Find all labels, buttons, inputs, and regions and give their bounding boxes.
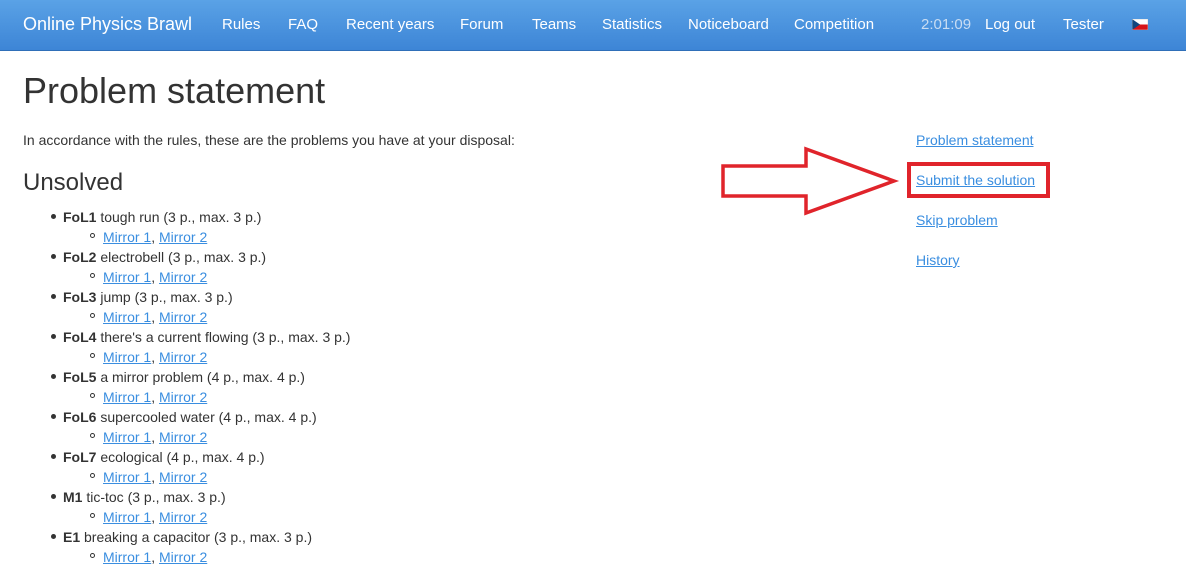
- brand-link[interactable]: Online Physics Brawl: [23, 14, 192, 35]
- cz-flag-icon[interactable]: [1132, 19, 1148, 30]
- mirror-1-link[interactable]: Mirror 1: [103, 349, 151, 365]
- circle-bullet-icon: [90, 273, 95, 278]
- nav-competition[interactable]: Competition: [794, 16, 874, 33]
- problem-desc: there's a current flowing (3 p., max. 3 …: [96, 329, 351, 345]
- bullet-icon: [51, 374, 56, 379]
- mirror-2-link[interactable]: Mirror 2: [159, 549, 207, 565]
- problem-desc: electrobell (3 p., max. 3 p.): [96, 249, 267, 265]
- problem-code: FoL4: [63, 329, 97, 345]
- problem-item: FoL4 there's a current flowing (3 p., ma…: [0, 328, 700, 368]
- circle-bullet-icon: [90, 233, 95, 238]
- annotation-arrow-icon: [721, 146, 900, 216]
- problem-desc: tic-toc (3 p., max. 3 p.): [82, 489, 226, 505]
- bullet-icon: [51, 334, 56, 339]
- mirror-2-link[interactable]: Mirror 2: [159, 269, 207, 285]
- page-title: Problem statement: [23, 70, 326, 111]
- problem-desc: supercooled water (4 p., max. 4 p.): [96, 409, 317, 425]
- problem-code: FoL2: [63, 249, 97, 265]
- mirror-2-link[interactable]: Mirror 2: [159, 229, 207, 245]
- circle-bullet-icon: [90, 353, 95, 358]
- nav-statistics[interactable]: Statistics: [602, 16, 662, 33]
- problem-item: FoL3 jump (3 p., max. 3 p.) Mirror 1, Mi…: [0, 288, 700, 328]
- problem-item: FoL1 tough run (3 p., max. 3 p.) Mirror …: [0, 208, 700, 248]
- problem-item: FoL6 supercooled water (4 p., max. 4 p.)…: [0, 408, 700, 448]
- problem-item: FoL2 electrobell (3 p., max. 3 p.) Mirro…: [0, 248, 700, 288]
- circle-bullet-icon: [90, 553, 95, 558]
- top-navbar: Online Physics Brawl Rules FAQ Recent ye…: [0, 0, 1186, 51]
- bullet-icon: [51, 494, 56, 499]
- circle-bullet-icon: [90, 473, 95, 478]
- mirror-1-link[interactable]: Mirror 1: [103, 269, 151, 285]
- problem-code: FoL3: [63, 289, 97, 305]
- bullet-icon: [51, 254, 56, 259]
- problem-desc: ecological (4 p., max. 4 p.): [96, 449, 265, 465]
- sidebar-link-history[interactable]: History: [916, 252, 960, 268]
- circle-bullet-icon: [90, 513, 95, 518]
- problem-code: FoL1: [63, 209, 97, 225]
- problem-code: FoL6: [63, 409, 97, 425]
- countdown-clock: 2:01:09: [921, 16, 972, 33]
- mirror-2-link[interactable]: Mirror 2: [159, 309, 207, 325]
- mirror-2-link[interactable]: Mirror 2: [159, 509, 207, 525]
- bullet-icon: [51, 214, 56, 219]
- bullet-icon: [51, 454, 56, 459]
- problem-item: M1 tic-toc (3 p., max. 3 p.) Mirror 1, M…: [0, 488, 700, 528]
- logout-link[interactable]: Log out: [985, 16, 1035, 33]
- problem-desc: jump (3 p., max. 3 p.): [96, 289, 233, 305]
- intro-text: In accordance with the rules, these are …: [23, 132, 515, 148]
- bullet-icon: [51, 294, 56, 299]
- mirror-2-link[interactable]: Mirror 2: [159, 429, 207, 445]
- sidebar-link-skip-problem[interactable]: Skip problem: [916, 212, 998, 228]
- problem-item: FoL7 ecological (4 p., max. 4 p.) Mirror…: [0, 448, 700, 488]
- mirror-1-link[interactable]: Mirror 1: [103, 389, 151, 405]
- mirror-1-link[interactable]: Mirror 1: [103, 509, 151, 525]
- problem-item: FoL5 a mirror problem (4 p., max. 4 p.) …: [0, 368, 700, 408]
- user-link[interactable]: Tester: [1063, 16, 1104, 33]
- bullet-icon: [51, 534, 56, 539]
- mirror-1-link[interactable]: Mirror 1: [103, 229, 151, 245]
- problem-desc: tough run (3 p., max. 3 p.): [96, 209, 262, 225]
- problem-item: E1 breaking a capacitor (3 p., max. 3 p.…: [0, 528, 700, 568]
- mirror-1-link[interactable]: Mirror 1: [103, 309, 151, 325]
- mirror-2-link[interactable]: Mirror 2: [159, 469, 207, 485]
- bullet-icon: [51, 414, 56, 419]
- mirror-2-link[interactable]: Mirror 2: [159, 349, 207, 365]
- nav-noticeboard[interactable]: Noticeboard: [688, 16, 769, 33]
- mirror-1-link[interactable]: Mirror 1: [103, 469, 151, 485]
- circle-bullet-icon: [90, 313, 95, 318]
- circle-bullet-icon: [90, 393, 95, 398]
- section-title-unsolved: Unsolved: [23, 169, 124, 196]
- mirror-2-link[interactable]: Mirror 2: [159, 389, 207, 405]
- nav-rules[interactable]: Rules: [222, 16, 260, 33]
- nav-recent-years[interactable]: Recent years: [346, 16, 434, 33]
- problem-code: FoL7: [63, 449, 97, 465]
- sidebar-link-problem-statement[interactable]: Problem statement: [916, 132, 1034, 148]
- problem-code: E1: [63, 529, 81, 545]
- sidebar-link-submit-solution[interactable]: Submit the solution: [916, 172, 1035, 188]
- problem-code: FoL5: [63, 369, 97, 385]
- circle-bullet-icon: [90, 433, 95, 438]
- problem-desc: breaking a capacitor (3 p., max. 3 p.): [80, 529, 313, 545]
- nav-teams[interactable]: Teams: [532, 16, 576, 33]
- mirror-1-link[interactable]: Mirror 1: [103, 429, 151, 445]
- problem-desc: a mirror problem (4 p., max. 4 p.): [96, 369, 305, 385]
- mirror-1-link[interactable]: Mirror 1: [103, 549, 151, 565]
- problem-list: FoL1 tough run (3 p., max. 3 p.) Mirror …: [0, 208, 700, 568]
- nav-faq[interactable]: FAQ: [288, 16, 318, 33]
- nav-forum[interactable]: Forum: [460, 16, 503, 33]
- problem-code: M1: [63, 489, 83, 505]
